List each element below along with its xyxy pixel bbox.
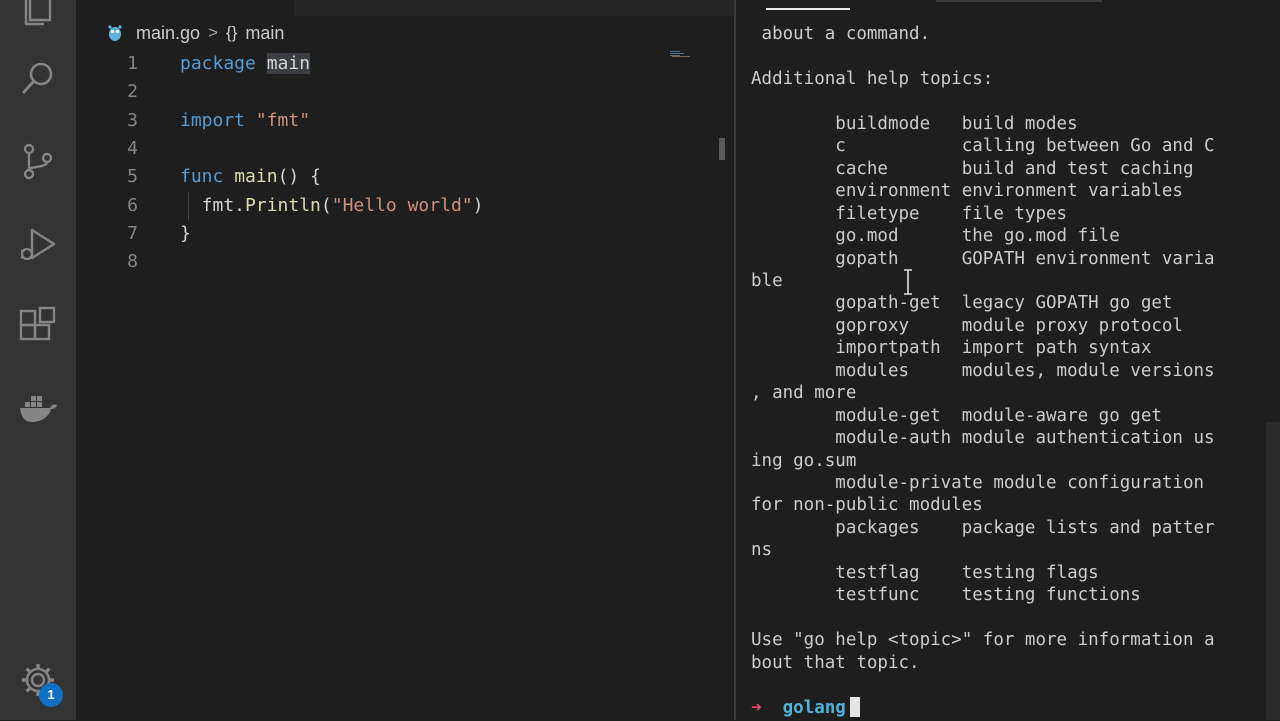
code-token: "Hello world" [331, 194, 473, 216]
minimap[interactable] [670, 50, 710, 60]
breadcrumb-symbol[interactable]: main [245, 23, 284, 44]
terminal-line: gopath-get legacy GOPATH go get [751, 293, 1173, 314]
code-line[interactable]: 5 func main() { [76, 163, 716, 191]
source-control-icon[interactable] [18, 141, 58, 181]
terminal-line: ns [751, 540, 773, 561]
code-token: } [180, 222, 191, 244]
code-token: func [180, 166, 224, 188]
code-token: ) [472, 194, 484, 216]
code-token: fmt. [180, 194, 246, 216]
terminal-line: for non-public modules [751, 495, 983, 516]
indent-guide [188, 192, 189, 220]
code-line[interactable]: 7} [76, 220, 716, 248]
line-number: 7 [127, 222, 138, 244]
terminal-line: module-auth module authentication us [751, 428, 1215, 449]
editor-tabs [76, 0, 734, 16]
terminal-panel[interactable]: about a command. Additional help topics: … [736, 0, 1280, 720]
terminal-line: about a command. [751, 24, 931, 44]
terminal-tab[interactable] [936, 0, 1102, 2]
docker-icon[interactable] [18, 388, 58, 428]
code-line[interactable]: 6 fmt.Println("Hello world") [76, 192, 716, 220]
run-debug-icon[interactable] [18, 224, 58, 264]
line-number: 3 [127, 109, 138, 131]
terminal-line: , and more [751, 383, 857, 404]
terminal-line: ble [751, 270, 783, 291]
terminal-line: Additional help topics: [751, 68, 994, 89]
activity-bar: 1 [0, 0, 76, 720]
code-line[interactable]: 8 [76, 248, 716, 276]
code-line[interactable]: 4 [76, 135, 716, 163]
terminal-line: cache build and test caching [751, 158, 1194, 179]
terminal-line: gopath GOPATH environment varia [751, 248, 1215, 269]
code-token: main [266, 53, 311, 74]
text-cursor-icon [904, 269, 912, 295]
terminal-line: module-private module configuration [751, 473, 1205, 493]
terminal-line: Use "go help <topic>" for more informati… [751, 630, 1215, 651]
code-line[interactable]: 3 import "fmt" [76, 107, 716, 135]
terminal-line: module-get module-aware go get [751, 405, 1162, 426]
terminal-prompt[interactable]: ➜ golang [751, 697, 860, 721]
code-text: fmt.Println("Hello world") [180, 192, 484, 220]
prompt-directory: golang [782, 698, 846, 718]
code-token: () { [277, 166, 321, 188]
explorer-icon[interactable] [18, 0, 58, 26]
terminal-line: c calling between Go and C [751, 136, 1215, 157]
terminal-line: testfunc testing functions [751, 585, 1141, 606]
terminal-line: filetype file types [751, 203, 1068, 224]
terminal-cursor [849, 697, 860, 717]
go-file-icon [108, 25, 122, 41]
code-token: ( [320, 194, 332, 216]
code-line[interactable]: 2 [76, 78, 716, 106]
terminal-line: buildmode build modes [751, 113, 1078, 134]
terminal-line: modules modules, module versions [751, 360, 1215, 381]
terminal-line: environment environment variables [751, 181, 1183, 202]
code-line[interactable]: 1 package main [76, 50, 716, 78]
terminal-line: packages package lists and patter [751, 517, 1215, 538]
editor-scrollbar[interactable] [719, 138, 725, 160]
code-token: Println [245, 194, 321, 216]
terminal-line: ing go.sum [751, 450, 857, 471]
terminal-line: testflag testing flags [751, 562, 1099, 583]
search-icon[interactable] [18, 58, 58, 98]
code-token: "fmt" [255, 109, 311, 131]
editor-pane[interactable]: main.go > {} main 1 package main 2 3 import … [76, 0, 734, 720]
code-text: } [180, 220, 191, 248]
code-text: import "fmt" [180, 107, 310, 135]
breadcrumb-file[interactable]: main.go [136, 23, 200, 44]
line-number: 1 [127, 53, 138, 74]
line-number: 6 [127, 194, 138, 216]
code-token: import [180, 109, 246, 131]
terminal-line: go.mod the go.mod file [751, 226, 1120, 247]
tab-main-go[interactable] [76, 0, 294, 16]
code-text: package main [180, 50, 311, 78]
terminal-line: bout that topic. [751, 652, 920, 673]
code-token: package [180, 53, 256, 74]
line-number: 5 [127, 166, 138, 188]
prompt-arrow: ➜ [751, 698, 762, 718]
line-number: 4 [127, 137, 138, 159]
line-number: 8 [127, 251, 138, 273]
terminal-scrollbar[interactable] [1266, 422, 1280, 720]
breadcrumb: main.go > {} main [106, 20, 284, 46]
line-number: 2 [127, 81, 138, 103]
code-text: func main() { [180, 163, 321, 191]
code-token: main [234, 166, 278, 188]
terminal-line: goproxy module proxy protocol [751, 315, 1183, 336]
terminal-line: importpath import path syntax [751, 338, 1152, 359]
extensions-icon[interactable] [18, 306, 58, 346]
symbol-icon: {} [225, 23, 238, 42]
breadcrumb-separator: > [208, 23, 218, 42]
terminal-tab-active[interactable] [766, 8, 850, 10]
settings-badge: 1 [39, 683, 63, 707]
